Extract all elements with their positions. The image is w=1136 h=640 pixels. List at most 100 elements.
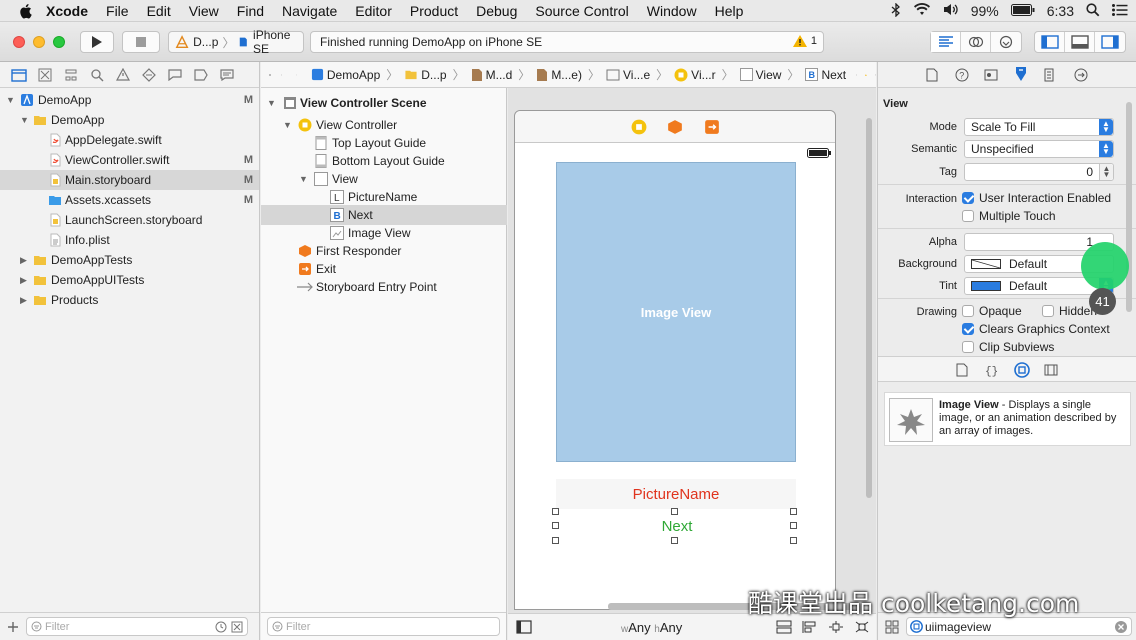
media-library-icon[interactable]: [1044, 363, 1058, 377]
code-snippet-icon[interactable]: {}: [984, 363, 998, 377]
menu-find[interactable]: Find: [237, 3, 264, 19]
file-inspector-icon[interactable]: [926, 68, 938, 82]
crumb-group[interactable]: D...p: [404, 68, 447, 82]
tree-item-viewcontroller-swift[interactable]: ViewController.swift M: [0, 150, 259, 170]
resize-handle[interactable]: [552, 522, 559, 529]
toggle-utilities-button[interactable]: [1095, 32, 1125, 52]
tree-item-info-plist[interactable]: Info.plist: [0, 230, 259, 250]
resize-handle[interactable]: [552, 508, 559, 515]
grid-view-icon[interactable]: [885, 620, 899, 634]
outline-item-scene[interactable]: ▼ View Controller Scene: [261, 93, 507, 113]
library-search-input[interactable]: uiimageview: [906, 617, 1132, 636]
object-library-icon[interactable]: [1014, 362, 1030, 378]
toggle-debug-area-button[interactable]: [1065, 32, 1095, 52]
wifi-icon[interactable]: [913, 3, 931, 19]
minimize-window-button[interactable]: [33, 36, 45, 48]
related-items-grid-icon[interactable]: [269, 68, 271, 82]
breakpoint-navigator-tab[interactable]: [192, 66, 209, 83]
apple-menu-icon[interactable]: [18, 3, 34, 19]
version-editor-button[interactable]: [991, 32, 1021, 52]
resolve-issues-icon[interactable]: [854, 620, 870, 634]
issue-warning-icon[interactable]: [865, 69, 867, 81]
run-button[interactable]: [80, 31, 114, 53]
resize-handle[interactable]: [790, 508, 797, 515]
outline-item-entry-point[interactable]: Storyboard Entry Point: [261, 277, 507, 297]
crumb-storyboard[interactable]: M...d: [471, 68, 512, 82]
next-issue-chevron-icon[interactable]: [875, 69, 876, 81]
stop-button[interactable]: [122, 31, 160, 53]
outline-item-first-responder[interactable]: First Responder: [261, 241, 507, 261]
align-icon[interactable]: [802, 620, 818, 634]
disclosure-open-icon[interactable]: ▼: [299, 174, 308, 184]
report-navigator-tab[interactable]: [218, 66, 235, 83]
disclosure-open-icon[interactable]: ▼: [6, 95, 15, 105]
close-window-button[interactable]: [13, 36, 25, 48]
toggle-outline-icon[interactable]: [516, 620, 532, 634]
exit-icon[interactable]: [704, 119, 720, 135]
battery-icon[interactable]: [1010, 3, 1035, 19]
outline-item-exit[interactable]: Exit: [261, 259, 507, 279]
menu-debug[interactable]: Debug: [476, 3, 517, 19]
scheme-selector[interactable]: D...p 〉 iPhone SE: [168, 28, 304, 56]
resize-handle[interactable]: [671, 508, 678, 515]
recent-files-icon[interactable]: [215, 621, 227, 633]
notification-center-icon[interactable]: [1112, 3, 1128, 19]
add-icon[interactable]: [6, 620, 20, 634]
volume-icon[interactable]: [943, 3, 959, 19]
semantic-popup[interactable]: Unspecified ▲ ▼: [964, 140, 1114, 158]
tree-item-assets-xcassets[interactable]: Assets.xcassets M: [0, 190, 259, 210]
resize-handle[interactable]: [790, 522, 797, 529]
tree-item-demoapptests[interactable]: ▶ DemoAppTests: [0, 250, 259, 270]
size-class-control[interactable]: wAny hAny: [621, 620, 682, 635]
zoom-window-button[interactable]: [53, 36, 65, 48]
clip-subviews-checkbox[interactable]: [962, 341, 974, 353]
stack-icon[interactable]: [776, 620, 792, 634]
back-chevron-icon[interactable]: [280, 69, 282, 81]
tag-field[interactable]: 0 ▲ ▼: [964, 163, 1114, 181]
outline-item-view-controller[interactable]: ▼ View Controller: [261, 115, 507, 135]
toggle-navigator-button[interactable]: [1035, 32, 1065, 52]
test-navigator-tab[interactable]: [140, 66, 157, 83]
picturename-label[interactable]: PictureName: [556, 479, 796, 509]
forward-chevron-icon[interactable]: [295, 69, 297, 81]
identity-inspector-icon[interactable]: [984, 68, 998, 82]
standard-editor-button[interactable]: [931, 32, 961, 52]
user-interaction-checkbox[interactable]: [962, 192, 974, 204]
tree-item-demoapp-project[interactable]: ▼ DemoApp M: [0, 90, 259, 110]
crumb-storyboard-base[interactable]: M...e): [536, 68, 582, 82]
tree-item-launchscreen-storyboard[interactable]: LaunchScreen.storyboard: [0, 210, 259, 230]
quick-help-icon[interactable]: ?: [955, 68, 969, 82]
vertical-scrollbar[interactable]: [866, 118, 872, 498]
menu-file[interactable]: File: [106, 3, 129, 19]
resize-handle[interactable]: [552, 537, 559, 544]
outline-item-top-layout-guide[interactable]: Top Layout Guide: [261, 133, 507, 153]
next-button[interactable]: Next: [559, 512, 795, 540]
first-responder-icon[interactable]: [667, 119, 683, 135]
menu-editor[interactable]: Editor: [355, 3, 392, 19]
clock-time[interactable]: 6:33: [1047, 3, 1074, 19]
hidden-checkbox[interactable]: [1042, 305, 1054, 317]
symbol-navigator-tab[interactable]: [62, 66, 79, 83]
warning-count[interactable]: 1: [792, 35, 817, 47]
storyboard-canvas[interactable]: Image View PictureName Next wAny hAny: [508, 88, 876, 640]
outline-item-picturename-label[interactable]: L PictureName: [261, 187, 507, 207]
previous-issue-chevron-icon[interactable]: [856, 69, 858, 81]
tree-item-main-storyboard[interactable]: Main.storyboard M: [0, 170, 259, 190]
navigator-filter-input[interactable]: Filter: [26, 617, 248, 636]
menu-window[interactable]: Window: [647, 3, 697, 19]
menu-edit[interactable]: Edit: [147, 3, 171, 19]
stepper-icon[interactable]: ▲ ▼: [1099, 164, 1113, 180]
outline-item-next-button[interactable]: B Next: [261, 205, 507, 225]
opaque-checkbox[interactable]: [962, 305, 974, 317]
disclosure-open-icon[interactable]: ▼: [20, 115, 29, 125]
disclosure-closed-icon[interactable]: ▶: [20, 295, 27, 306]
library-item-image-view[interactable]: Image View - Displays a single image, or…: [884, 392, 1131, 446]
view-controller-scene[interactable]: Image View PictureName Next: [514, 110, 836, 610]
size-inspector-icon[interactable]: [1044, 68, 1054, 82]
menu-help[interactable]: Help: [715, 3, 744, 19]
tree-item-demoapp-group[interactable]: ▼ DemoApp: [0, 110, 259, 130]
crumb-project[interactable]: DemoApp: [311, 68, 380, 82]
disclosure-open-icon[interactable]: ▼: [283, 120, 292, 130]
outline-filter-input[interactable]: Filter: [267, 617, 500, 636]
debug-navigator-tab[interactable]: [166, 66, 183, 83]
